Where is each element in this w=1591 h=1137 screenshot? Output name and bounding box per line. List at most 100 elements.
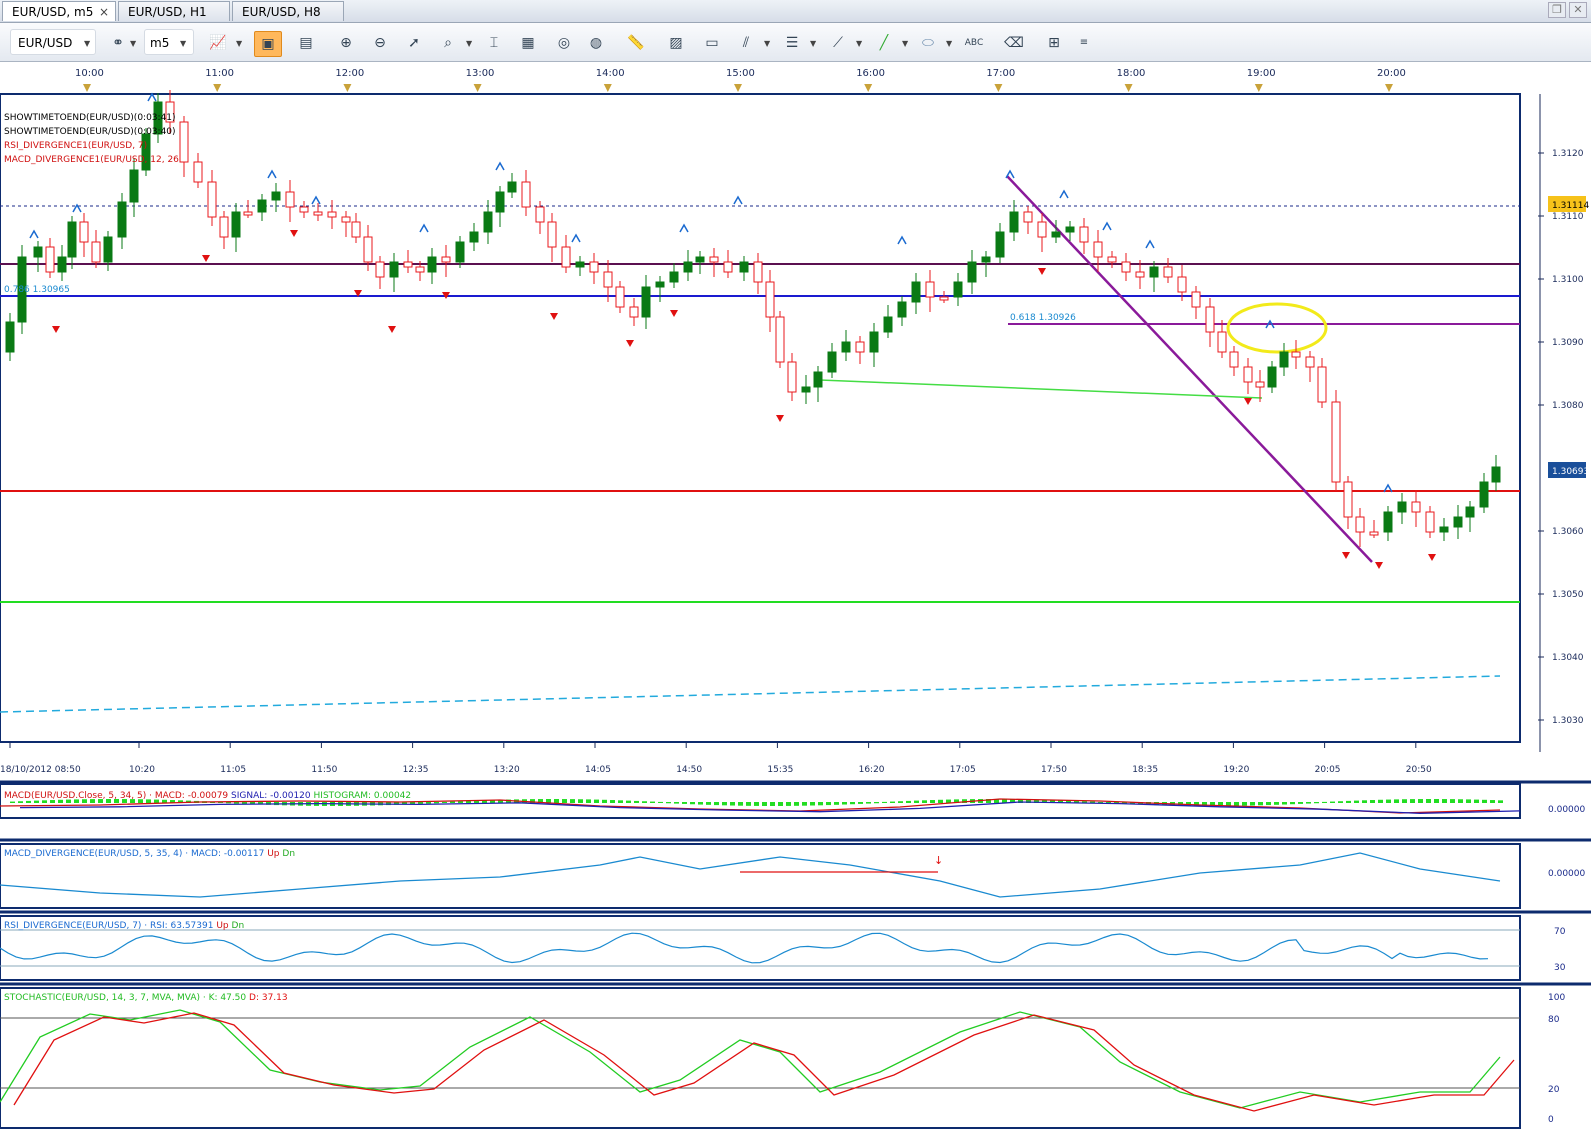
candle: [57, 256, 67, 273]
candle: [967, 261, 977, 283]
histogram-bar: [770, 802, 775, 806]
bars-view-icon[interactable]: ▤: [296, 33, 316, 53]
histogram-bar: [26, 800, 31, 803]
candle: [1355, 516, 1365, 533]
tab-label: EUR/USD, H1: [128, 5, 207, 19]
horizontal-lines-icon[interactable]: ☰: [782, 33, 802, 53]
chevron-down-icon[interactable]: ▼: [466, 39, 472, 48]
histogram-bar: [1234, 802, 1239, 806]
chevron-down-icon[interactable]: ▼: [764, 39, 770, 48]
histogram-bar: [786, 802, 791, 806]
macd-pane[interactable]: [0, 783, 1521, 819]
price-tick-label: 1.3110: [1552, 212, 1584, 222]
candle: [1291, 351, 1301, 358]
top-time-label: 14:00: [596, 68, 625, 79]
histogram-bar: [1362, 800, 1367, 803]
price-marker-blue-label: 1.30693: [1552, 467, 1589, 477]
chevron-down-icon[interactable]: ▼: [130, 39, 136, 48]
candle: [1317, 366, 1327, 403]
histogram-bar: [578, 799, 583, 803]
bottom-time-label: 12:35: [403, 765, 429, 775]
macd-label: MACD(EUR/USD.Close, 5, 34, 5) · MACD: -0…: [4, 791, 411, 801]
candle: [1383, 511, 1393, 533]
candle: [1305, 356, 1315, 368]
cursor-icon[interactable]: ➚: [404, 33, 424, 53]
bottom-time-axis: 18/10/2012 08:50 10:20 11:05 11:50 12:35 13:2…: [0, 742, 1520, 780]
bottom-time-label: 17:05: [950, 765, 976, 775]
chart-canvas[interactable]: 10:00 11:00 12:00 13:00 14:00 15:00 16:00 17:00…: [0, 62, 1591, 1134]
histogram-bar: [1242, 802, 1247, 806]
ruler-icon[interactable]: 📏: [626, 33, 646, 53]
zoom-out-icon[interactable]: ⊖: [370, 33, 390, 53]
chevron-down-icon[interactable]: ▼: [180, 39, 186, 48]
image-icon[interactable]: ▨: [666, 33, 686, 53]
link-icon[interactable]: ⚭: [108, 33, 128, 53]
candle: [827, 351, 837, 373]
candle: [1191, 291, 1201, 308]
fib-0618-label: 0.618 1.30926: [1010, 313, 1076, 323]
candle: [655, 281, 665, 288]
tab-eurusd-h8[interactable]: EUR/USD, H8: [232, 1, 344, 21]
price-marker-yellow-label: 1.31114: [1552, 201, 1589, 211]
chevron-down-icon[interactable]: ▼: [856, 39, 862, 48]
chart-area[interactable]: 10:00 11:00 12:00 13:00 14:00 15:00 16:00 17:00…: [0, 62, 1591, 1134]
magnifier-icon[interactable]: ⌕: [438, 33, 458, 53]
candles-view-icon[interactable]: ▣: [254, 31, 282, 57]
objects-tree-icon[interactable]: ⊞: [1044, 33, 1064, 53]
close-window-icon[interactable]: ✕: [1569, 2, 1587, 18]
chevron-down-icon[interactable]: ▼: [236, 39, 242, 48]
legend-item: MACD_DIVERGENCE1(EUR/USD, 12, 26: [4, 155, 179, 165]
restore-icon[interactable]: ❐: [1548, 2, 1566, 18]
candle: [801, 386, 811, 393]
bottom-time-label: 19:20: [1223, 765, 1249, 775]
chevron-down-icon[interactable]: ▼: [84, 39, 90, 48]
tab-bar: EUR/USD, m5 × EUR/USD, H1 EUR/USD, H8 ❐ ✕: [0, 0, 1591, 23]
rsi-scale-70: 70: [1554, 927, 1566, 937]
candle: [441, 256, 451, 263]
histogram-bar: [570, 799, 575, 803]
bottom-time-label: 15:35: [767, 765, 793, 775]
zoom-in-icon[interactable]: ⊕: [336, 33, 356, 53]
chevron-down-icon[interactable]: ▼: [810, 39, 816, 48]
pitchfork-icon[interactable]: ⫽: [736, 33, 756, 53]
histogram-bar: [1434, 799, 1439, 803]
candle: [1479, 481, 1489, 508]
scroll-icon[interactable]: ◎: [554, 33, 574, 53]
close-icon[interactable]: ×: [99, 2, 109, 22]
indicator-icon[interactable]: ▦: [518, 33, 538, 53]
tab-eurusd-h1[interactable]: EUR/USD, H1: [118, 1, 230, 21]
chevron-down-icon[interactable]: ▼: [946, 39, 952, 48]
histogram-bar: [1474, 799, 1479, 803]
candle: [739, 261, 749, 273]
top-time-label: 10:00: [75, 68, 104, 79]
bottom-time-label: 14:05: [585, 765, 611, 775]
price-pane[interactable]: [0, 93, 1521, 743]
chart-type-icon[interactable]: 📈: [208, 33, 228, 53]
arrow-down-icon: ↓: [934, 854, 943, 867]
top-time-label: 11:00: [205, 68, 234, 79]
crosshair-icon[interactable]: ⌶: [484, 33, 504, 53]
candle: [1163, 266, 1173, 278]
bottom-time-label: 17:50: [1041, 765, 1067, 775]
trendline-icon[interactable]: ╱: [874, 33, 894, 53]
ellipse-icon[interactable]: ⬭: [918, 33, 938, 53]
histogram-bar: [898, 801, 903, 803]
price-scale[interactable]: 1.3120 1.3110 1.3100 1.3090 1.3080 1.3060 1.30…: [1538, 94, 1584, 752]
candle: [285, 191, 295, 208]
globe-icon[interactable]: ◍: [586, 33, 606, 53]
chevron-down-icon[interactable]: ▼: [902, 39, 908, 48]
histogram-bar: [730, 802, 735, 806]
text-icon[interactable]: ABC: [964, 33, 984, 53]
histogram-bar: [1298, 802, 1303, 804]
fan-icon[interactable]: ⟋: [828, 33, 848, 53]
candle: [575, 261, 585, 268]
candle: [1135, 271, 1145, 278]
top-time-label: 19:00: [1247, 68, 1276, 79]
more-icon[interactable]: ≡: [1074, 33, 1094, 53]
stochastic-pane[interactable]: [0, 987, 1521, 1129]
histogram-bar: [1266, 802, 1271, 806]
tab-eurusd-m5[interactable]: EUR/USD, m5 ×: [2, 1, 116, 21]
eraser-icon[interactable]: ⌫: [1004, 33, 1024, 53]
histogram-bar: [1274, 802, 1279, 805]
window-icon[interactable]: ▭: [702, 33, 722, 53]
